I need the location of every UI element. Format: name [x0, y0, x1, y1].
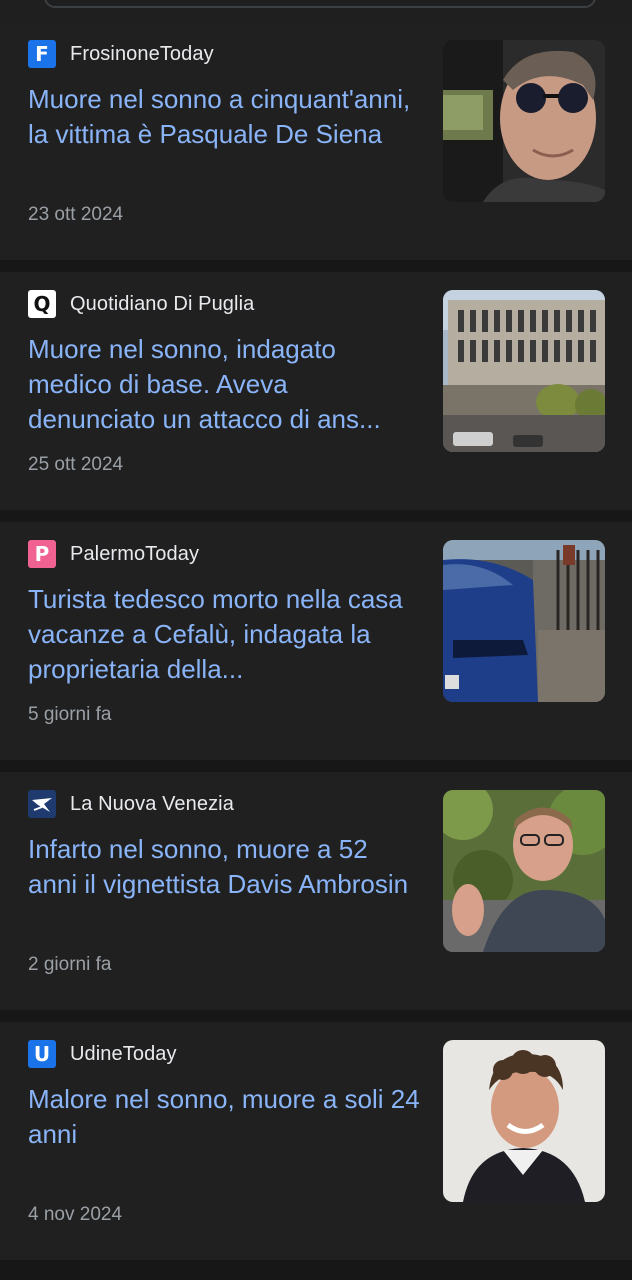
udinetoday-logo-icon: U: [28, 1040, 56, 1068]
source-name: FrosinoneToday: [70, 42, 214, 65]
publish-date: 2 giorni fa: [28, 954, 112, 975]
source-name: Quotidiano Di Puglia: [70, 292, 255, 315]
search-bar-area: [0, 0, 632, 22]
thumbnail-image[interactable]: [443, 790, 605, 952]
frosinonetoday-logo-icon: F: [28, 40, 56, 68]
news-card[interactable]: Q Quotidiano Di Puglia Muore nel sonno, …: [0, 272, 632, 510]
publish-date: 4 nov 2024: [28, 1204, 123, 1225]
police-car-photo-icon: [443, 540, 605, 702]
quotidiano-di-puglia-logo-icon: Q: [28, 290, 56, 318]
source-name: UdineToday: [70, 1042, 177, 1065]
young-man-photo-icon: [443, 1040, 605, 1202]
source-row: La Nuova Venezia: [28, 790, 234, 818]
headline-link[interactable]: Malore nel sonno, muore a soli 24 anni: [28, 1082, 420, 1152]
search-bar[interactable]: [44, 0, 596, 8]
news-card[interactable]: F FrosinoneToday Muore nel sonno a cinqu…: [0, 22, 632, 260]
thumbnail-image[interactable]: [443, 290, 605, 452]
man-sunglasses-photo-icon: [443, 40, 605, 202]
publish-date: 23 ott 2024: [28, 204, 124, 225]
source-row: Q Quotidiano Di Puglia: [28, 290, 254, 318]
man-waving-photo-icon: [443, 790, 605, 952]
headline-link[interactable]: Muore nel sonno, indagato medico di base…: [28, 332, 420, 437]
thumbnail-image[interactable]: [443, 40, 605, 202]
source-name: La Nuova Venezia: [70, 792, 234, 815]
headline-link[interactable]: Infarto nel sonno, muore a 52 anni il vi…: [28, 832, 420, 902]
thumbnail-image[interactable]: [443, 1040, 605, 1202]
publish-date: 5 giorni fa: [28, 704, 112, 725]
news-feed: F FrosinoneToday Muore nel sonno a cinqu…: [0, 22, 632, 1272]
news-card[interactable]: La Nuova Venezia Infarto nel sonno, muor…: [0, 772, 632, 1010]
news-card[interactable]: U UdineToday Malore nel sonno, muore a s…: [0, 1022, 632, 1260]
headline-link[interactable]: Turista tedesco morto nella casa vacanze…: [28, 582, 420, 687]
news-card[interactable]: P PalermoToday Turista tedesco morto nel…: [0, 522, 632, 760]
publish-date: 25 ott 2024: [28, 454, 124, 475]
source-row: U UdineToday: [28, 1040, 177, 1068]
source-row: F FrosinoneToday: [28, 40, 214, 68]
thumbnail-image[interactable]: [443, 540, 605, 702]
la-nuova-venezia-logo-icon: [28, 790, 56, 818]
building-photo-icon: [443, 290, 605, 452]
palermotoday-logo-icon: P: [28, 540, 56, 568]
headline-link[interactable]: Muore nel sonno a cinquant'anni, la vitt…: [28, 82, 420, 152]
source-name: PalermoToday: [70, 542, 200, 565]
source-row: P PalermoToday: [28, 540, 199, 568]
